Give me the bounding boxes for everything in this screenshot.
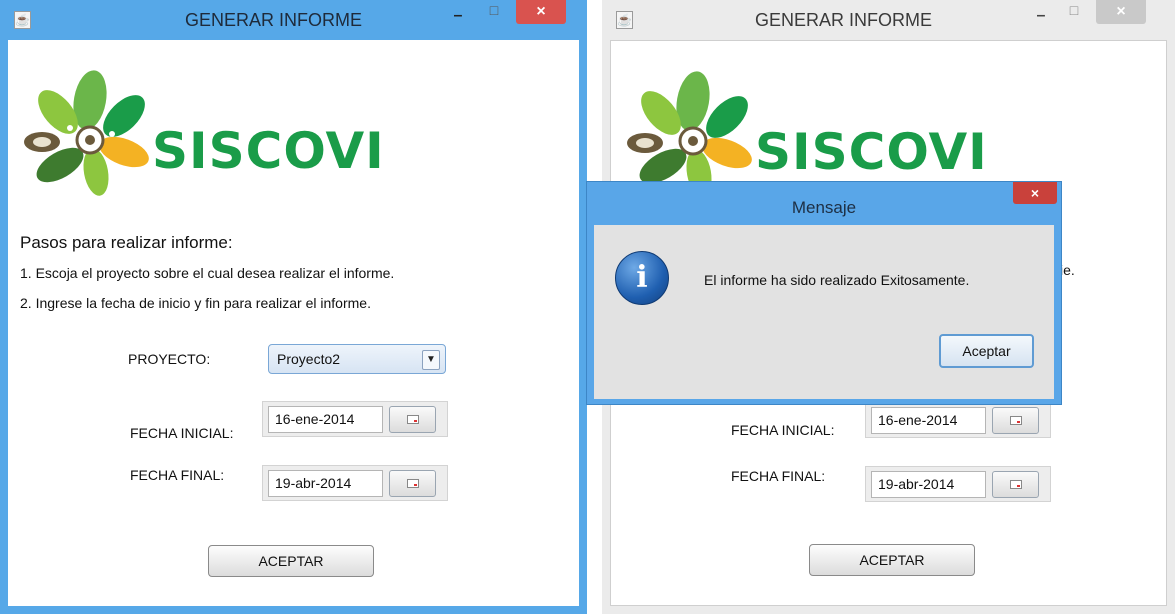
steps-title: Pasos para realizar informe: xyxy=(20,233,233,252)
logo-text: SISCOVI xyxy=(152,122,385,180)
fecha-final-calendar-button[interactable] xyxy=(992,471,1039,498)
calendar-icon xyxy=(407,415,419,424)
close-button[interactable]: × xyxy=(1096,0,1146,24)
info-icon: i xyxy=(615,251,669,305)
title-bar[interactable]: ☕ GENERAR INFORME – □ × xyxy=(602,0,1175,40)
fecha-final-field[interactable]: 19-abr-2014 xyxy=(871,471,986,498)
dialog-body: i El informe ha sido realizado Exitosame… xyxy=(594,225,1054,399)
window-content: SISCOVI Pasos para realizar informe: 1. … xyxy=(8,40,579,606)
proyecto-selected-value: Proyecto2 xyxy=(277,351,341,367)
siscovi-logo: SISCOVI xyxy=(20,70,400,200)
window-title: GENERAR INFORME xyxy=(754,10,932,30)
fecha-inicial-calendar-button[interactable] xyxy=(992,407,1039,434)
fecha-inicial-field[interactable]: 16-ene-2014 xyxy=(268,406,383,433)
generar-informe-window: ☕ GENERAR INFORME – □ × SISCOVI Pasos pa… xyxy=(0,0,587,614)
close-button[interactable]: × xyxy=(516,0,566,24)
aceptar-button[interactable]: ACEPTAR xyxy=(208,545,374,577)
logo-text: SISCOVI xyxy=(755,123,988,181)
chevron-down-icon[interactable]: ▼ xyxy=(422,350,440,370)
fecha-final-field[interactable]: 19-abr-2014 xyxy=(268,470,383,497)
fecha-inicial-picker: 16-ene-2014 xyxy=(262,401,448,437)
fecha-final-label: FECHA FINAL: xyxy=(731,468,826,484)
fecha-inicial-label: FECHA INICIAL: xyxy=(731,422,835,438)
fecha-inicial-field[interactable]: 16-ene-2014 xyxy=(871,407,986,434)
occluded-text-fragment: ie. xyxy=(1060,262,1075,278)
fecha-final-label: FECHA FINAL: xyxy=(130,467,225,483)
fecha-inicial-calendar-button[interactable] xyxy=(389,406,436,433)
fecha-final-picker: 19-abr-2014 xyxy=(262,465,448,501)
calendar-icon xyxy=(1010,480,1022,489)
minimize-button[interactable]: – xyxy=(444,4,472,30)
fecha-final-picker: 19-abr-2014 xyxy=(865,466,1051,502)
aceptar-button[interactable]: ACEPTAR xyxy=(809,544,975,576)
title-bar[interactable]: ☕ GENERAR INFORME – □ × xyxy=(0,0,587,40)
calendar-icon xyxy=(407,479,419,488)
dialog-close-button[interactable]: × xyxy=(1013,182,1057,204)
fecha-final-calendar-button[interactable] xyxy=(389,470,436,497)
dialog-message: El informe ha sido realizado Exitosament… xyxy=(704,272,970,288)
maximize-button[interactable]: □ xyxy=(480,0,508,24)
leaf-logo-icon xyxy=(24,70,149,196)
proyecto-label: PROYECTO: xyxy=(128,351,211,367)
dialog-aceptar-button[interactable]: Aceptar xyxy=(939,334,1034,368)
calendar-icon xyxy=(1010,416,1022,425)
dialog-title: Mensaje xyxy=(791,198,857,217)
minimize-button[interactable]: – xyxy=(1027,4,1055,30)
fecha-inicial-picker: 16-ene-2014 xyxy=(865,402,1051,438)
step-2-text: 2. Ingrese la fecha de inicio y fin para… xyxy=(20,295,371,311)
step-1-text: 1. Escoja el proyecto sobre el cual dese… xyxy=(20,265,395,281)
mensaje-dialog: Mensaje × i El informe ha sido realizado… xyxy=(586,181,1062,405)
fecha-inicial-label: FECHA INICIAL: xyxy=(130,425,234,441)
maximize-button[interactable]: □ xyxy=(1060,0,1088,24)
proyecto-select[interactable]: Proyecto2 ▼ xyxy=(268,344,446,374)
